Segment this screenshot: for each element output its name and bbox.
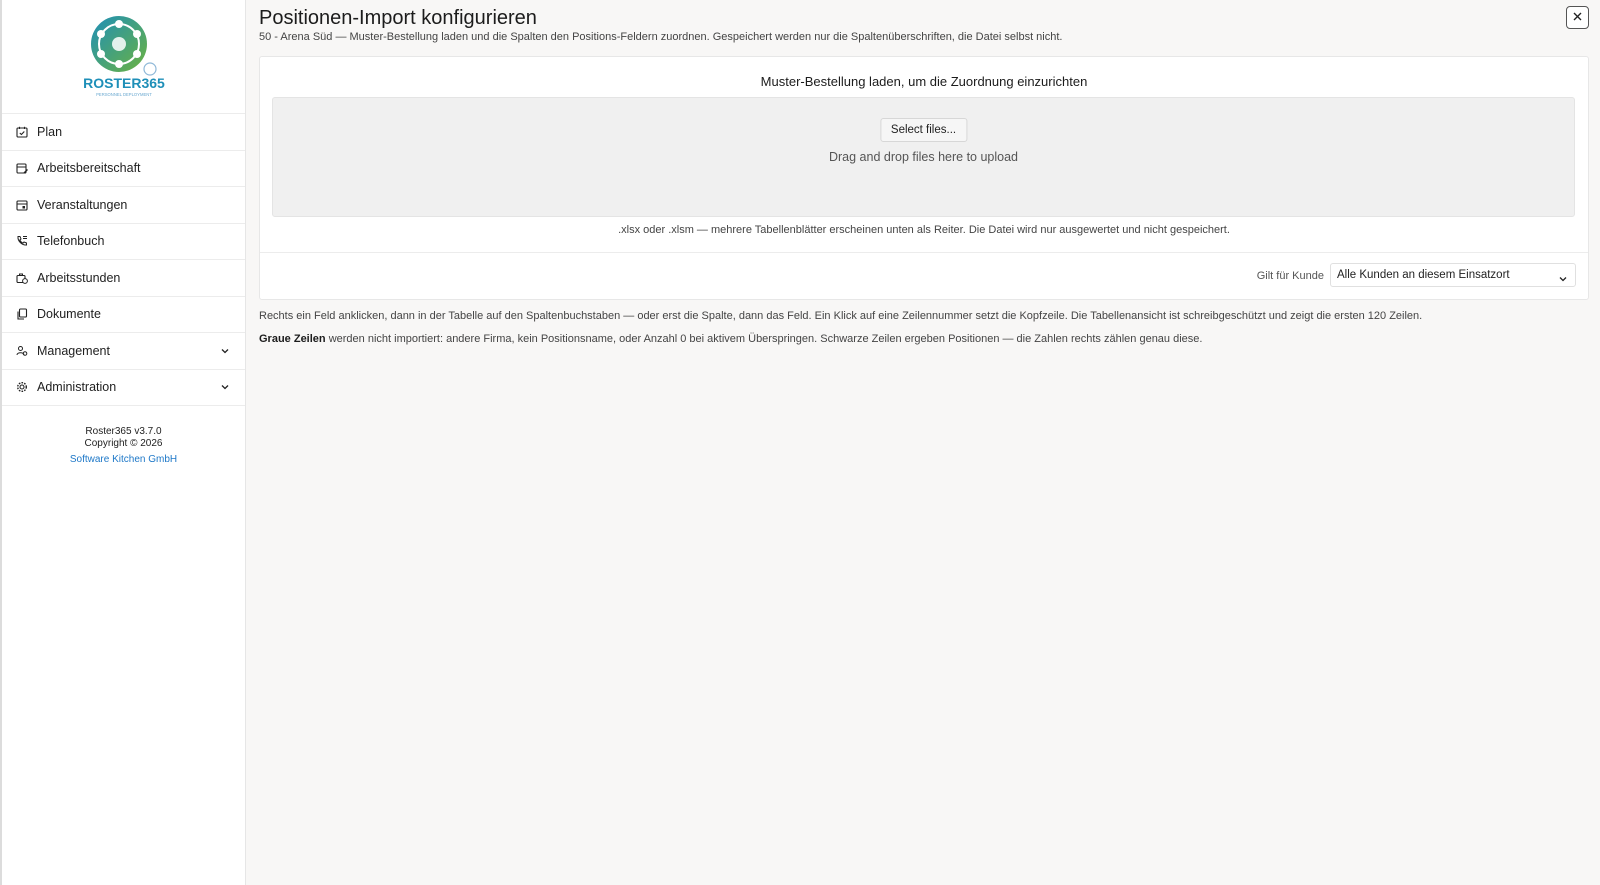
sidebar: ROSTER365 PERSONNEL DEPLOYMENT Plan Arbe… [0, 0, 246, 885]
file-type-hint: .xlsx oder .xlsm — mehrere Tabellenblätt… [618, 224, 1230, 236]
upload-card: Muster-Bestellung laden, um die Zuordnun… [259, 56, 1589, 300]
close-button[interactable] [1566, 6, 1589, 29]
brand-name: ROSTER365 [83, 75, 165, 91]
page-subtitle: 50 - Arena Süd — Muster-Bestellung laden… [259, 31, 1063, 43]
logo-area: ROSTER365 PERSONNEL DEPLOYMENT [2, 0, 245, 114]
page-title: Positionen-Import konfigurieren [259, 7, 537, 29]
sidebar-item-label: Plan [37, 124, 63, 139]
roster365-logo[interactable]: ROSTER365 PERSONNEL DEPLOYMENT [79, 12, 169, 102]
row-legend-bold: Graue Zeilen [259, 333, 326, 345]
sidebar-item-telefonbuch[interactable]: Telefonbuch [2, 224, 245, 260]
mapping-instructions: Rechts ein Feld anklicken, dann in der T… [259, 310, 1423, 322]
dropzone-text: Drag and drop files here to upload [828, 150, 1018, 164]
kunde-select[interactable]: Alle Kunden an diesem Einsatzort [1330, 263, 1576, 287]
sidebar-nav: Plan Arbeitsbereitschaft Veranstaltungen… [2, 114, 245, 406]
people-icon [15, 344, 29, 358]
sidebar-item-label: Veranstaltungen [37, 197, 128, 212]
copyright: Copyright © 2026 [84, 438, 163, 449]
select-files-button[interactable]: Select files... [879, 118, 968, 142]
sidebar-item-arbeitsbereitschaft[interactable]: Arbeitsbereitschaft [2, 151, 245, 187]
sidebar-item-arbeitsstunden[interactable]: Arbeitsstunden [2, 260, 245, 297]
sidebar-item-label: Management [37, 343, 110, 358]
chevron-down-icon [1558, 270, 1568, 282]
calendar-event-icon [15, 198, 29, 212]
row-legend-text: werden nicht importiert: andere Firma, k… [325, 333, 1203, 345]
upload-heading: Muster-Bestellung laden, um die Zuordnun… [760, 74, 1088, 89]
sidebar-item-label: Administration [37, 380, 117, 395]
sidebar-item-label: Dokumente [37, 307, 101, 322]
sidebar-item-dokumente[interactable]: Dokumente [2, 297, 245, 333]
briefcase-clock-icon [15, 271, 29, 285]
phone-book-icon [15, 234, 29, 248]
sidebar-item-label: Arbeitsbereitschaft [37, 161, 141, 176]
sidebar-item-label: Telefonbuch [37, 234, 105, 249]
file-dropzone[interactable]: Select files... Drag and drop files here… [272, 97, 1575, 217]
divider [260, 252, 1588, 253]
sidebar-item-label: Arbeitsstunden [37, 270, 121, 285]
app-version: Roster365 v3.7.0 [85, 426, 162, 437]
sidebar-footer: Roster365 v3.7.0 Copyright © 2026 Softwa… [2, 426, 245, 466]
gear-icon [15, 380, 29, 394]
kunde-label: Gilt für Kunde [1256, 270, 1324, 282]
company-link[interactable]: Software Kitchen GmbH [2, 454, 245, 466]
sidebar-item-veranstaltungen[interactable]: Veranstaltungen [2, 187, 245, 224]
sidebar-item-management[interactable]: Management [2, 333, 245, 370]
sidebar-item-administration[interactable]: Administration [2, 370, 245, 406]
close-icon [1572, 9, 1583, 27]
import-config-dialog: Positionen-Import konfigurieren 50 - Are… [246, 0, 1600, 885]
chevron-down-icon[interactable] [219, 345, 231, 357]
chevron-down-icon[interactable] [219, 381, 231, 393]
row-legend: Graue Zeilen werden nicht importiert: an… [259, 333, 1202, 345]
app-window: ROSTER365 PERSONNEL DEPLOYMENT Plan Arbe… [0, 0, 1600, 885]
documents-icon [15, 307, 29, 321]
calendar-edit-icon [15, 161, 29, 175]
brand-tagline: PERSONNEL DEPLOYMENT [96, 92, 152, 97]
calendar-check-icon [15, 125, 29, 139]
sidebar-item-plan[interactable]: Plan [2, 114, 245, 151]
kunde-select-value: Alle Kunden an diesem Einsatzort [1337, 269, 1510, 281]
